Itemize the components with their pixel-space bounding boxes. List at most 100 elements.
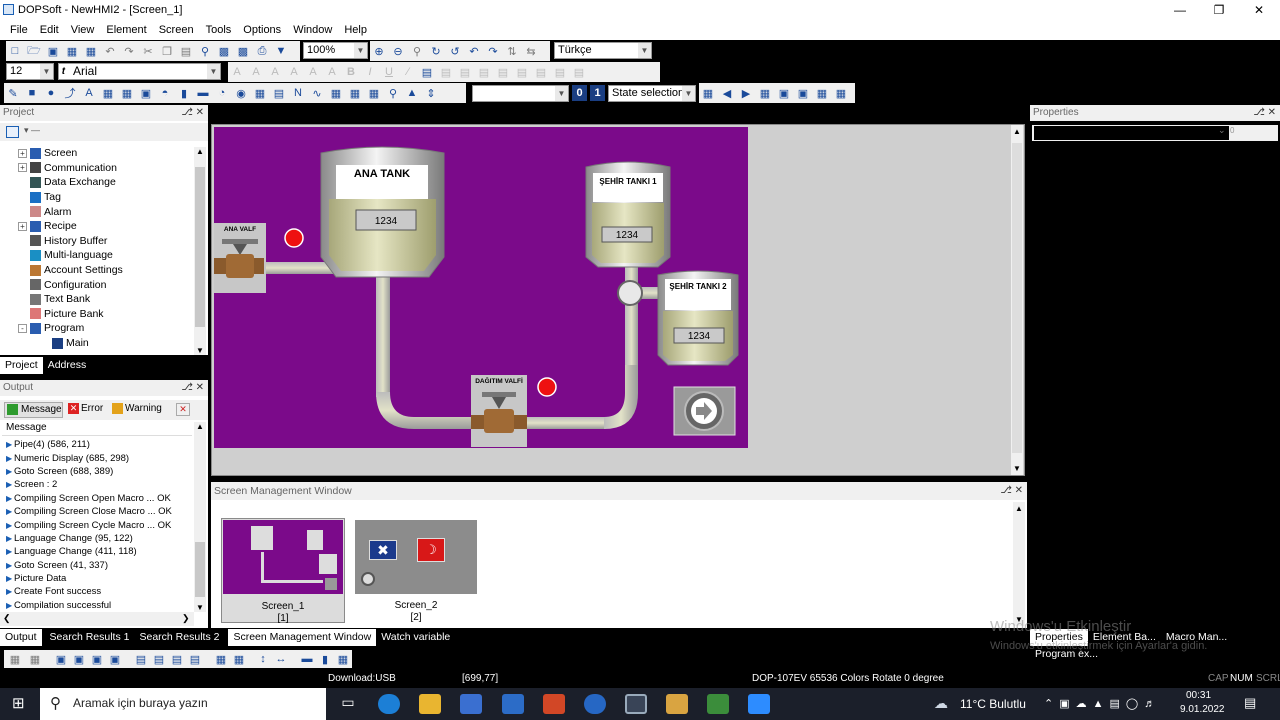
move-icon[interactable]: ⇕ [422, 84, 440, 102]
edge-icon[interactable] [378, 694, 400, 714]
tree-item-multi-language[interactable]: Multi-language [18, 248, 194, 263]
output-line[interactable]: ▶ Picture Data [6, 572, 192, 585]
taskbar-time[interactable]: 00:31 [1186, 690, 1211, 701]
zoom-in-icon[interactable]: ⊕ [370, 42, 388, 60]
screen-thumb-2[interactable]: ✖ ☽ [355, 520, 477, 594]
zoom-fit-icon[interactable]: ⚲ [408, 42, 426, 60]
expand-arrow-icon[interactable]: ▶ [6, 601, 14, 610]
pen-icon[interactable]: ✎ [4, 84, 22, 102]
align-toolbar-icon[interactable]: ▮ [316, 650, 334, 668]
zoom-out-icon[interactable]: ⊖ [389, 42, 407, 60]
output-line[interactable]: ▶ Compilation successful [6, 599, 192, 612]
mirror-icon[interactable]: ⇆ [522, 42, 540, 60]
menu-screen[interactable]: Screen [153, 24, 200, 36]
pipe-icon[interactable]: ▬ [194, 84, 212, 102]
menu-options[interactable]: Options [237, 24, 287, 36]
tree-item-tag[interactable]: Tag [18, 190, 194, 205]
project-scrollbar[interactable]: ▲ ▼ [194, 147, 206, 355]
clear-output-icon[interactable]: ✕ [176, 403, 190, 416]
font-size-select[interactable]: 12 ▼ [6, 63, 54, 80]
trend-icon[interactable]: ∿ [308, 84, 326, 102]
open-icon[interactable]: 🗁 [25, 42, 43, 60]
align-toolbar-icon[interactable]: ▤ [150, 650, 168, 668]
align-toolbar-icon[interactable]: ↕ [254, 650, 272, 668]
align-toolbar-icon[interactable]: ▦ [230, 650, 248, 668]
scroll-down-icon[interactable]: ▼ [196, 603, 204, 612]
align-left-icon[interactable]: ▤ [418, 63, 436, 81]
expand-arrow-icon[interactable]: ▶ [6, 440, 14, 449]
redo-icon[interactable]: ↷ [120, 42, 138, 60]
new-icon[interactable]: □ [6, 42, 24, 60]
underline-icon[interactable]: U [380, 63, 398, 81]
lamp-icon[interactable]: ◉ [232, 84, 250, 102]
screen-thumb-1[interactable]: Screen_1 [1] [221, 518, 345, 624]
dagitim-valfi-status-lamp[interactable] [537, 377, 557, 397]
chart-icon[interactable]: ▦ [327, 84, 345, 102]
group-icon[interactable]: ▦ [756, 84, 774, 102]
scroll-thumb[interactable] [195, 167, 205, 327]
rotate-ccw-icon[interactable]: ↺ [446, 42, 464, 60]
text-size-up-icon[interactable]: A [228, 63, 246, 81]
undo-icon[interactable]: ↶ [101, 42, 119, 60]
output-line[interactable]: ▶ Language Change (411, 118) [6, 545, 192, 558]
app-icon[interactable] [584, 694, 606, 714]
chevron-down-icon[interactable]: ⌄ [1218, 125, 1226, 136]
output-line[interactable]: ▶ Goto Screen (688, 389) [6, 465, 192, 478]
align-toolbar-icon[interactable]: ▣ [88, 650, 106, 668]
message-filter-button[interactable]: Message [4, 402, 63, 418]
file-explorer-icon[interactable] [419, 694, 441, 714]
ana-valf[interactable]: ANA VALF [214, 223, 266, 293]
align-toolbar-icon[interactable]: ▦ [212, 650, 230, 668]
expand-arrow-icon[interactable]: ▶ [6, 547, 14, 556]
align-toolbar-icon[interactable]: ▦ [26, 650, 44, 668]
tree-item-history-buffer[interactable]: History Buffer [18, 234, 194, 249]
align-top-icon[interactable]: ▤ [475, 63, 493, 81]
bring-front-icon[interactable]: ▣ [775, 84, 793, 102]
output-line[interactable]: ▶ Compiling Screen Open Macro ... OK [6, 492, 192, 505]
expand-arrow-icon[interactable]: ▶ [6, 480, 14, 489]
text-outline-icon[interactable]: A [304, 63, 322, 81]
simulate-icon[interactable]: ▩ [234, 42, 252, 60]
text-align-icon[interactable]: A [266, 63, 284, 81]
print-preview-icon[interactable]: ▦ [82, 42, 100, 60]
expand-icon[interactable]: + [18, 148, 27, 158]
cut-icon[interactable]: ✂ [139, 42, 157, 60]
output-line[interactable]: ▶ Language Change (95, 122) [6, 532, 192, 545]
zoom-app-icon[interactable] [748, 694, 770, 714]
design-scrollbar[interactable]: ▲ ▼ [1011, 125, 1023, 475]
align-toolbar-icon[interactable]: ▣ [106, 650, 124, 668]
same-height-icon[interactable]: ▤ [551, 63, 569, 81]
expand-arrow-icon[interactable]: ▶ [6, 467, 14, 476]
panel-pin-close-icon[interactable]: ⎇ ✕ [1000, 482, 1023, 500]
expand-arrow-icon[interactable]: ▶ [6, 574, 14, 583]
expand-icon[interactable]: + [18, 163, 27, 173]
align-toolbar-icon[interactable]: ▤ [186, 650, 204, 668]
tree-item-recipe[interactable]: + Recipe [18, 219, 194, 234]
tree-item-picture-bank[interactable]: Picture Bank [18, 307, 194, 322]
align-toolbar-icon[interactable]: ▣ [70, 650, 88, 668]
line-color-icon[interactable]: ∕ [399, 63, 417, 81]
tree-item-data-exchange[interactable]: Data Exchange [18, 175, 194, 190]
scroll-thumb[interactable] [1012, 143, 1022, 453]
align-toolbar-icon[interactable]: ▦ [334, 650, 352, 668]
paste-icon[interactable]: ▤ [177, 42, 195, 60]
hmi-screen-canvas[interactable]: ANA TANK 1234 ANA VALF ŞEHİR TANKI 1 123… [214, 127, 748, 448]
state-1-button[interactable]: 1 [590, 85, 605, 101]
rectangle-icon[interactable]: ■ [23, 84, 41, 102]
warning-filter-button[interactable]: Warning [110, 402, 168, 418]
expand-icon[interactable]: + [18, 221, 27, 231]
maximize-button[interactable]: ❐ [1199, 0, 1239, 20]
ana-tank[interactable]: ANA TANK 1234 [320, 146, 445, 278]
tray-icons[interactable]: ⌃▣☁▲▤◯♬ [1044, 697, 1161, 710]
align-toolbar-icon[interactable]: ↔ [272, 650, 290, 668]
align-toolbar-icon[interactable]: ▬ [298, 650, 316, 668]
polyline-icon[interactable]: ⤴ [61, 84, 79, 102]
element-selector[interactable] [1034, 126, 1229, 140]
menu-element[interactable]: Element [100, 24, 152, 36]
close-button[interactable]: ✕ [1239, 0, 1279, 20]
align-toolbar-icon[interactable]: ▦ [6, 650, 24, 668]
panel-pin-close-icon[interactable]: ⎇ ✕ [181, 380, 204, 396]
expand-arrow-icon[interactable]: ▶ [6, 507, 14, 516]
pie-icon[interactable]: ◔ [213, 84, 231, 102]
numeric-icon[interactable]: ▦ [251, 84, 269, 102]
